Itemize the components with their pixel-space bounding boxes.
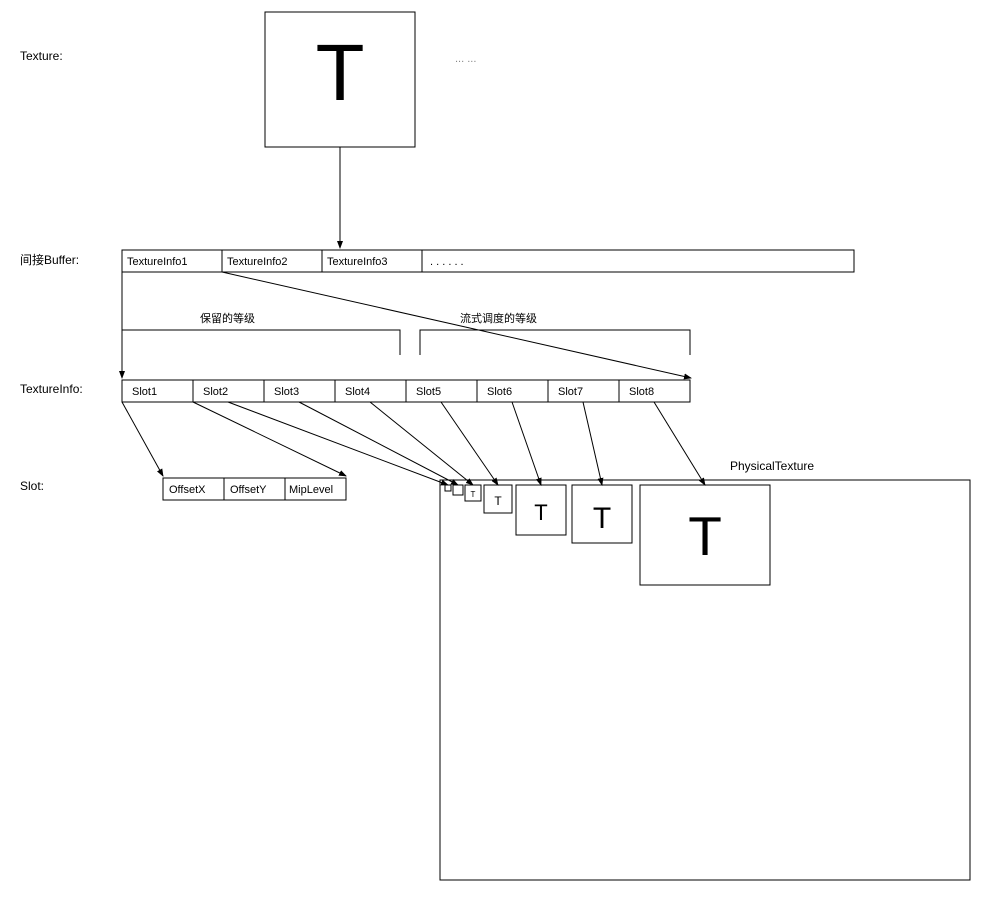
mip-0 xyxy=(445,485,451,491)
label-slot: Slot: xyxy=(20,479,44,493)
bracket-streaming xyxy=(420,330,690,355)
slot-7: Slot8 xyxy=(629,386,654,398)
textureinfo-row: Slot1 Slot2 Slot3 Slot4 Slot5 Slot6 Slot… xyxy=(122,380,690,402)
buffer-cell-2: TextureInfo3 xyxy=(327,256,388,268)
label-textureinfo: TextureInfo: xyxy=(20,382,83,396)
slot-3: Slot4 xyxy=(345,386,370,398)
arrow-slot3-mip xyxy=(299,402,458,485)
mip-6-t: T xyxy=(688,505,722,567)
slot-5: Slot6 xyxy=(487,386,512,398)
label-reserved-levels: 保留的等级 xyxy=(200,311,255,325)
mip-1 xyxy=(453,485,463,495)
arrow-slot1-left xyxy=(122,402,163,476)
buffer-cell-3: . . . . . . xyxy=(430,256,464,268)
arrow-ti1-right xyxy=(222,272,691,378)
diagram-svg: Texture: 间接Buffer: TextureInfo: Slot: Ph… xyxy=(0,0,1000,898)
texture-glyph: T xyxy=(316,28,365,117)
arrow-slot1-right xyxy=(193,402,346,476)
slot-1: Slot2 xyxy=(203,386,228,398)
mip-2-t: T xyxy=(471,490,476,499)
slot-2: Slot3 xyxy=(274,386,299,398)
mip-4-t: T xyxy=(534,500,547,525)
arrow-slot7-mip xyxy=(583,402,602,485)
slotfield-2: MipLevel xyxy=(289,484,333,496)
label-texture: Texture: xyxy=(20,49,63,63)
bracket-reserved xyxy=(122,330,400,355)
slotfield-1: OffsetY xyxy=(230,484,267,496)
arrow-slot6-mip xyxy=(512,402,541,485)
arrow-slot8-mip xyxy=(654,402,705,485)
slotfield-0: OffsetX xyxy=(169,484,206,496)
arrow-slot4-mip xyxy=(370,402,473,485)
label-indirect-buffer: 间接Buffer: xyxy=(20,252,79,267)
arrow-slot5-mip xyxy=(441,402,498,485)
buffer-cell-1: TextureInfo2 xyxy=(227,256,288,268)
mip-5-t: T xyxy=(593,502,611,535)
slot-4: Slot5 xyxy=(416,386,441,398)
buffer-cell xyxy=(422,250,854,272)
texture-ellipsis: ... ... xyxy=(455,53,476,65)
buffer-cell-0: TextureInfo1 xyxy=(127,256,188,268)
label-physical-texture: PhysicalTexture xyxy=(730,459,814,473)
slot-0: Slot1 xyxy=(132,386,157,398)
mip-3-t: T xyxy=(494,494,502,508)
slot-6: Slot7 xyxy=(558,386,583,398)
label-streaming-levels: 流式调度的等级 xyxy=(460,311,537,325)
